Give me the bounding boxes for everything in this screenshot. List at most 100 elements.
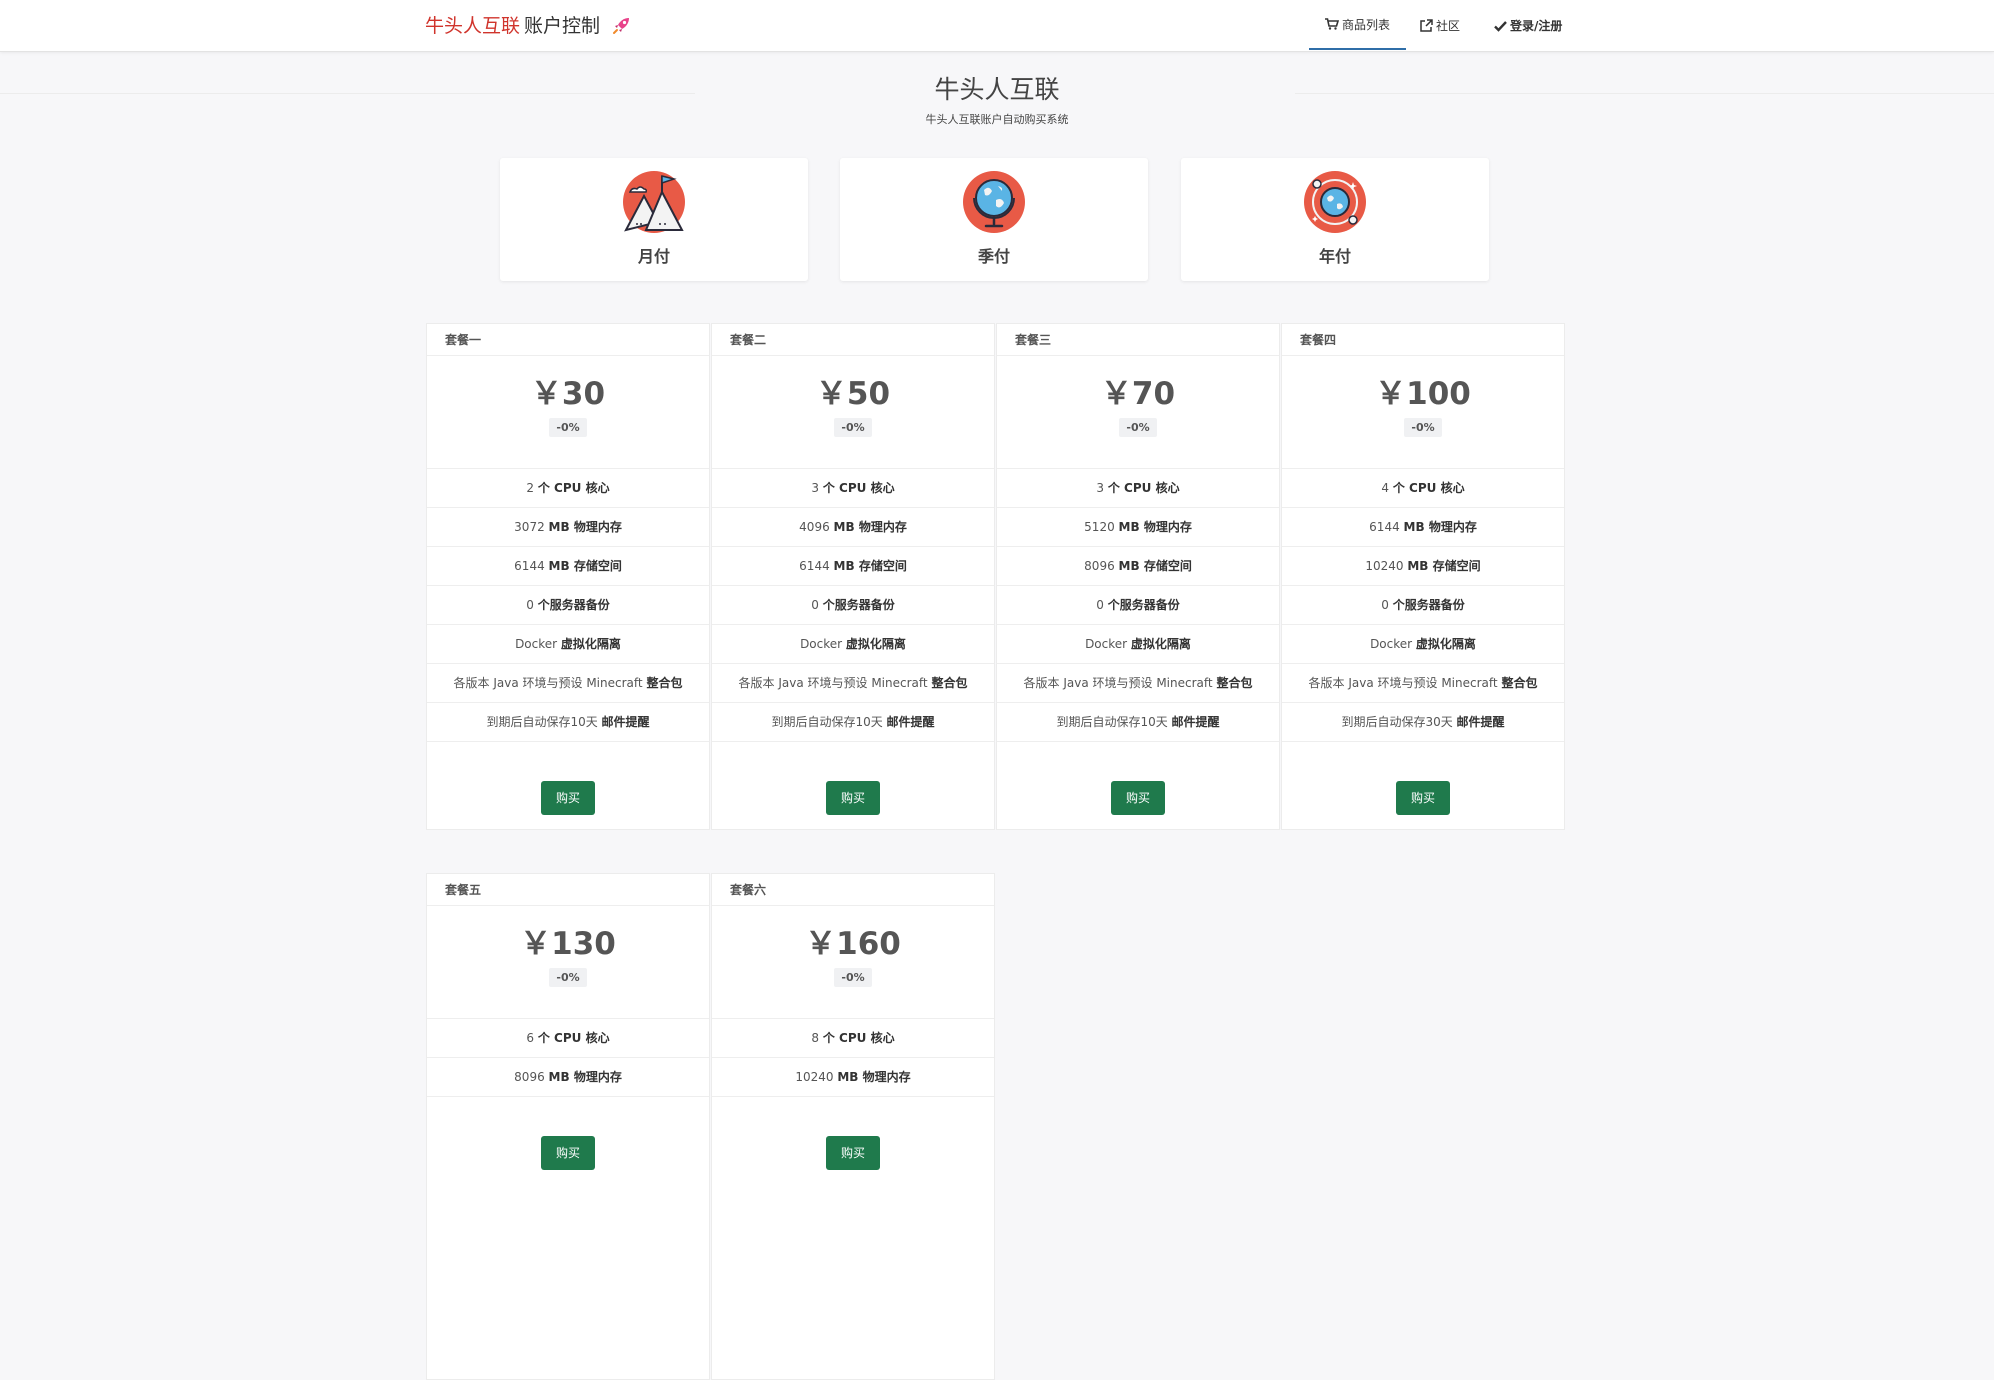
nav-item-products[interactable]: 商品列表 bbox=[1309, 0, 1406, 50]
plan-card: 套餐三 ￥70 -0% 3 个 CPU 核心 5120 MB 物理内存 8096 MB 存… bbox=[996, 323, 1280, 830]
feature-text: 整合包 bbox=[931, 676, 968, 690]
page-title: 牛头人互联 bbox=[934, 75, 1060, 104]
plan-price: ￥130 bbox=[520, 926, 616, 962]
brand-logo[interactable]: 牛头人互联 账户控制 bbox=[425, 11, 632, 40]
feature-value: 10240 bbox=[795, 1070, 834, 1084]
discount-badge: -0% bbox=[834, 968, 872, 987]
buy-button[interactable]: 购买 bbox=[541, 781, 595, 815]
feature-item: 8096 MB 物理内存 bbox=[427, 1058, 709, 1097]
feature-value: 到期后自动保存30天 bbox=[1341, 715, 1453, 729]
discount-badge: -0% bbox=[1119, 418, 1157, 437]
feature-item: 各版本 Java 环境与预设 Minecraft 整合包 bbox=[1282, 664, 1564, 703]
feature-value: 到期后自动保存10天 bbox=[1056, 715, 1168, 729]
feature-list: 4 个 CPU 核心 6144 MB 物理内存 10240 MB 存储空间 0 个服务… bbox=[1282, 468, 1564, 742]
plan-price: ￥50 bbox=[815, 376, 891, 412]
nav-item-login[interactable]: 登录/注册 bbox=[1494, 0, 1562, 51]
rocket-icon bbox=[612, 15, 632, 40]
plan-card: 套餐二 ￥50 -0% 3 个 CPU 核心 4096 MB 物理内存 6144 MB 存… bbox=[711, 323, 995, 830]
feature-item: 5120 MB 物理内存 bbox=[997, 508, 1279, 547]
buy-button[interactable]: 购买 bbox=[1111, 781, 1165, 815]
nav-item-community[interactable]: 社区 bbox=[1420, 0, 1460, 51]
feature-value: Docker bbox=[1370, 637, 1413, 651]
feature-item: 8096 MB 存储空间 bbox=[997, 547, 1279, 586]
plan-card: 套餐一 ￥30 -0% 2 个 CPU 核心 3072 MB 物理内存 6144 MB 存… bbox=[426, 323, 710, 830]
feature-item: Docker 虚拟化隔离 bbox=[427, 625, 709, 664]
buy-button[interactable]: 购买 bbox=[826, 781, 880, 815]
feature-text: 个服务器备份 bbox=[1107, 598, 1180, 612]
page-subtitle: 牛头人互联账户自动购买系统 bbox=[925, 113, 1069, 126]
feature-item: 6144 MB 物理内存 bbox=[1282, 508, 1564, 547]
period-label: 月付 bbox=[637, 247, 670, 266]
feature-text: 个服务器备份 bbox=[822, 598, 895, 612]
feature-item: 4 个 CPU 核心 bbox=[1282, 469, 1564, 508]
globe-stand-icon bbox=[963, 171, 1025, 233]
feature-text: MB 存储空间 bbox=[1118, 559, 1192, 573]
feature-item: 0 个服务器备份 bbox=[997, 586, 1279, 625]
plan-name: 套餐六 bbox=[712, 874, 994, 906]
buy-button[interactable]: 购买 bbox=[1396, 781, 1450, 815]
plan-name: 套餐三 bbox=[997, 324, 1279, 356]
period-card-quarterly[interactable]: 季付 bbox=[840, 158, 1148, 281]
feature-value: 各版本 Java 环境与预设 Minecraft bbox=[1308, 676, 1498, 690]
feature-text: MB 物理内存 bbox=[833, 520, 907, 534]
plan-price: ￥30 bbox=[530, 376, 606, 412]
feature-value: 6 bbox=[526, 1031, 535, 1045]
feature-item: 0 个服务器备份 bbox=[1282, 586, 1564, 625]
feature-value: 8 bbox=[811, 1031, 820, 1045]
discount-badge: -0% bbox=[549, 968, 587, 987]
feature-value: 4096 bbox=[799, 520, 830, 534]
feature-list: 3 个 CPU 核心 5120 MB 物理内存 8096 MB 存储空间 0 个服务器… bbox=[997, 468, 1279, 742]
feature-text: 整合包 bbox=[646, 676, 683, 690]
feature-text: 邮件提醒 bbox=[1456, 715, 1505, 729]
period-label: 年付 bbox=[1318, 247, 1351, 266]
feature-text: MB 物理内存 bbox=[1403, 520, 1477, 534]
buy-button[interactable]: 购买 bbox=[541, 1136, 595, 1170]
feature-item: 8 个 CPU 核心 bbox=[712, 1019, 994, 1058]
feature-item: 0 个服务器备份 bbox=[427, 586, 709, 625]
discount-badge: -0% bbox=[1404, 418, 1442, 437]
feature-list: 6 个 CPU 核心 8096 MB 物理内存 bbox=[427, 1018, 709, 1097]
feature-text: 邮件提醒 bbox=[886, 715, 935, 729]
buy-button[interactable]: 购买 bbox=[826, 1136, 880, 1170]
feature-text: 个 CPU 核心 bbox=[537, 1031, 610, 1045]
feature-text: MB 物理内存 bbox=[548, 520, 622, 534]
mountains-flag-icon bbox=[623, 171, 685, 233]
check-icon bbox=[1494, 20, 1507, 32]
feature-item: 10240 MB 物理内存 bbox=[712, 1058, 994, 1097]
feature-item: 3072 MB 物理内存 bbox=[427, 508, 709, 547]
feature-item: 4096 MB 物理内存 bbox=[712, 508, 994, 547]
feature-item: 到期后自动保存10天 邮件提醒 bbox=[712, 703, 994, 742]
feature-text: MB 存储空间 bbox=[833, 559, 907, 573]
feature-value: 10240 bbox=[1365, 559, 1404, 573]
feature-value: 3 bbox=[1096, 481, 1105, 495]
feature-value: 6144 bbox=[799, 559, 830, 573]
feature-text: MB 物理内存 bbox=[837, 1070, 911, 1084]
feature-value: 0 bbox=[811, 598, 819, 612]
feature-item: 6144 MB 存储空间 bbox=[712, 547, 994, 586]
feature-value: Docker bbox=[800, 637, 843, 651]
feature-text: 个服务器备份 bbox=[537, 598, 610, 612]
feature-item: Docker 虚拟化隔离 bbox=[997, 625, 1279, 664]
feature-text: 个 CPU 核心 bbox=[822, 481, 895, 495]
nav-item-label: 登录/注册 bbox=[1510, 19, 1563, 33]
feature-value: 6144 bbox=[1369, 520, 1400, 534]
feature-item: 到期后自动保存10天 邮件提醒 bbox=[997, 703, 1279, 742]
period-card-monthly[interactable]: 月付 bbox=[500, 158, 808, 281]
nav-item-label: 社区 bbox=[1436, 19, 1461, 33]
feature-value: 2 bbox=[526, 481, 535, 495]
plan-name: 套餐四 bbox=[1282, 324, 1564, 356]
feature-text: 个 CPU 核心 bbox=[1392, 481, 1465, 495]
feature-value: 到期后自动保存10天 bbox=[771, 715, 883, 729]
feature-item: 2 个 CPU 核心 bbox=[427, 469, 709, 508]
plan-name: 套餐一 bbox=[427, 324, 709, 356]
feature-text: MB 存储空间 bbox=[548, 559, 622, 573]
period-card-yearly[interactable]: 年付 bbox=[1181, 158, 1489, 281]
feature-value: 8096 bbox=[1084, 559, 1115, 573]
plan-card: 套餐六 ￥160 -0% 8 个 CPU 核心 10240 MB 物理内存 购买 bbox=[711, 873, 995, 1380]
feature-value: 各版本 Java 环境与预设 Minecraft bbox=[738, 676, 928, 690]
feature-item: 各版本 Java 环境与预设 Minecraft 整合包 bbox=[997, 664, 1279, 703]
feature-value: 3072 bbox=[514, 520, 545, 534]
feature-value: 4 bbox=[1381, 481, 1390, 495]
feature-text: MB 物理内存 bbox=[1118, 520, 1192, 534]
feature-text: 虚拟化隔离 bbox=[845, 637, 906, 651]
